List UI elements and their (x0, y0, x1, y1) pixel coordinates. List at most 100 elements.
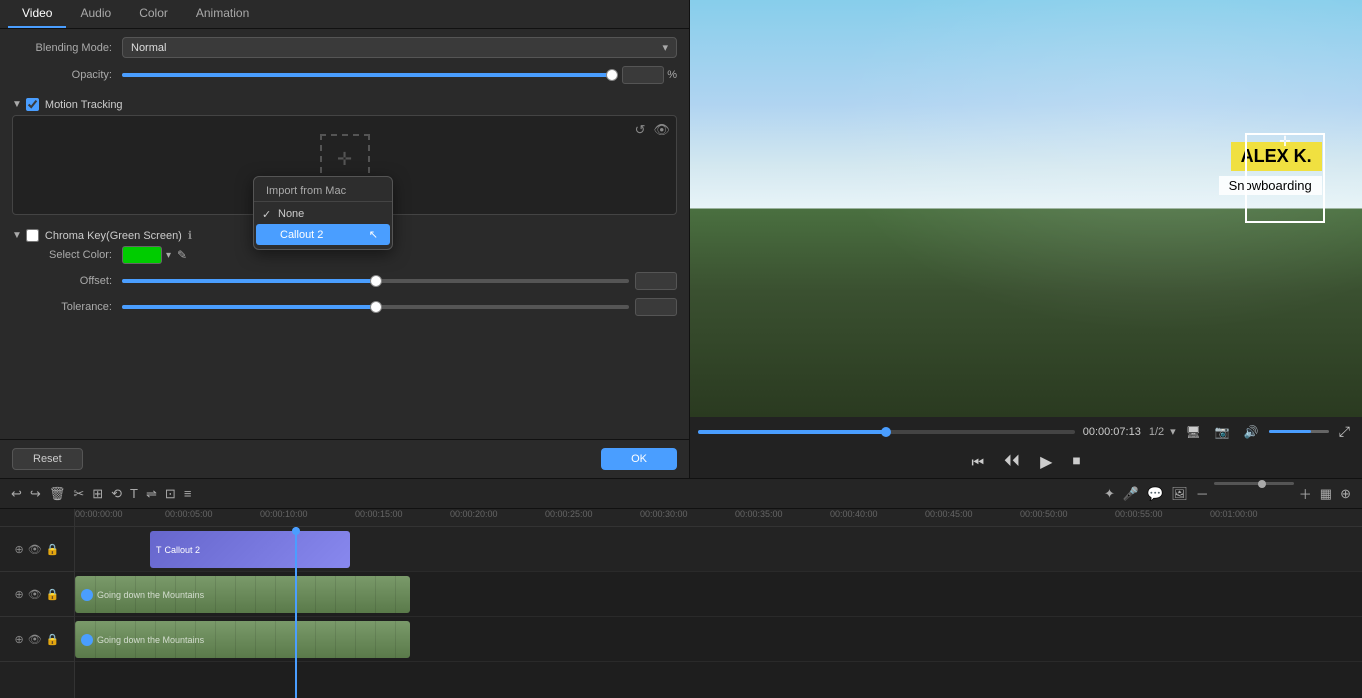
clip-video1[interactable]: Going down the Mountains (75, 576, 410, 613)
ruler-ts-2: 00:00:10:00 (260, 509, 308, 519)
ruler-ts-4: 00:00:20:00 (450, 509, 498, 519)
cut-button[interactable]: ✂ (70, 484, 87, 504)
monitor-icon[interactable]: 🖥 (1182, 423, 1205, 441)
timeline-area: ↩ ↪ 🗑 ✂ ⊞ ⟲ T ⇌ ⊡ ≡ ✦ 🎤 💬 🖼 － ＋ ▦ ⊕ (0, 478, 1362, 698)
refresh-icon[interactable]: ↺ (635, 122, 646, 138)
audio-mic-button[interactable]: 🎤 (1120, 482, 1142, 505)
clip-callout2[interactable]: T Callout 2 (150, 531, 350, 568)
chroma-key-checkbox[interactable] (26, 229, 39, 242)
clip-video2-label: Going down the Mountains (97, 635, 204, 645)
add-icon[interactable]: ⊕ (15, 543, 24, 556)
ruler-ts-6: 00:00:30:00 (640, 509, 688, 519)
camera-icon[interactable]: 📷 (1211, 423, 1234, 441)
timeline-tracks-sidebar: ⊕ 👁 🔒 ⊕ 👁 🔒 ⊕ 👁 🔒 (0, 509, 75, 698)
eyedropper-icon[interactable]: ✎ (177, 248, 187, 262)
timeline-toolbar: ↩ ↪ 🗑 ✂ ⊞ ⟲ T ⇌ ⊡ ≡ ✦ 🎤 💬 🖼 － ＋ ▦ ⊕ (0, 479, 1362, 509)
lock-icon-3[interactable]: 🔒 (46, 633, 60, 646)
playback-bar: 00:00:07:13 1/2 ▾ 🖥 📷 🔊 ⤢ (690, 417, 1362, 446)
subtitles-button[interactable]: 💬 (1144, 482, 1166, 505)
expand-icon[interactable]: ⤢ (1335, 421, 1354, 442)
tolerance-slider[interactable] (122, 305, 629, 309)
opacity-unit: % (667, 69, 677, 81)
tab-animation[interactable]: Animation (182, 0, 263, 28)
split-button[interactable]: ≡ (181, 484, 195, 504)
volume-slider[interactable] (1269, 430, 1329, 433)
dropdown-item-none[interactable]: None (254, 204, 392, 224)
chevron-down-icon: ▾ (662, 41, 668, 54)
ruler-ts-10: 00:00:50:00 (1020, 509, 1068, 519)
text-button[interactable]: T (127, 484, 141, 504)
ruler-ts-5: 00:00:25:00 (545, 509, 593, 519)
track-rows: T Callout 2 Going down the Mountains (75, 527, 1362, 698)
tolerance-value-input[interactable]: 50.0 (635, 298, 677, 316)
lock-icon-2[interactable]: 🔒 (46, 588, 60, 601)
edit-tools: ↩ ↪ 🗑 ✂ ⊞ ⟲ T ⇌ ⊡ ≡ (8, 484, 194, 504)
track-sidebar-overlay: ⊕ 👁 🔒 (0, 527, 74, 572)
ruler-ts-7: 00:00:35:00 (735, 509, 783, 519)
transition-button[interactable]: ⇌ (143, 484, 160, 504)
blending-label: Blending Mode: (12, 42, 122, 54)
ruler-ts-1: 00:00:05:00 (165, 509, 213, 519)
delete-button[interactable]: 🗑 (46, 484, 69, 504)
tab-video[interactable]: Video (8, 0, 66, 28)
rotate-button[interactable]: ⟲ (108, 484, 125, 504)
dropdown-item-callout2[interactable]: Callout 2 ↖ (256, 224, 390, 245)
right-panel: ALEX K. Snowboarding ✛ 00:00:07:13 1/2 ▾… (690, 0, 1362, 478)
eye-icon-track-2[interactable]: 👁 (28, 588, 42, 601)
blending-dropdown[interactable]: Normal ▾ (122, 37, 677, 58)
add-icon-3[interactable]: ⊕ (15, 633, 24, 646)
zoom-slider[interactable] (1214, 482, 1294, 485)
blending-value: Normal (131, 42, 166, 54)
motion-tracking-header[interactable]: ▼ Motion Tracking (12, 92, 677, 115)
panel-content: Blending Mode: Normal ▾ Opacity: 100 % ▼ (0, 29, 689, 439)
motion-tracking-checkbox[interactable] (26, 98, 39, 111)
progress-track[interactable] (698, 430, 1075, 434)
chevron-ratio-icon[interactable]: ▾ (1170, 425, 1176, 438)
opacity-slider[interactable] (122, 73, 612, 77)
ok-button[interactable]: OK (601, 448, 677, 470)
tolerance-row: Tolerance: 50.0 (12, 298, 677, 316)
info-icon[interactable]: ℹ (188, 229, 192, 242)
undo-button[interactable]: ↩ (8, 484, 25, 504)
media-button[interactable]: 🖼 (1168, 482, 1191, 505)
eye-icon-track-3[interactable]: 👁 (28, 633, 42, 646)
effect-button[interactable]: ✦ (1101, 482, 1118, 505)
offset-value-input[interactable]: 0.0 (635, 272, 677, 290)
tab-audio[interactable]: Audio (66, 0, 125, 28)
tab-color[interactable]: Color (125, 0, 182, 28)
motion-tracking-area: ↺ 👁 ✛ Import from Mac None Callo (12, 115, 677, 215)
color-arrow-icon[interactable]: ▾ (166, 250, 171, 261)
offset-slider[interactable] (122, 279, 629, 283)
fit-button[interactable]: ⊡ (162, 484, 179, 504)
panel-buttons: Reset OK (0, 439, 689, 478)
tracking-crosshair-icon: ✛ (1279, 133, 1291, 150)
lock-icon[interactable]: 🔒 (46, 543, 60, 556)
play-button[interactable]: ▶ (1036, 450, 1056, 474)
add-track-button[interactable]: ⊕ (1337, 482, 1354, 505)
ruler-ts-12: 00:01:00:00 (1210, 509, 1258, 519)
opacity-value-input[interactable]: 100 (622, 66, 664, 84)
grid-button[interactable]: ▦ (1317, 482, 1335, 505)
crop-button[interactable]: ⊞ (89, 484, 106, 504)
add-icon-2[interactable]: ⊕ (15, 588, 24, 601)
skip-back-button[interactable]: ⏮ (968, 452, 989, 473)
playhead[interactable] (295, 527, 297, 698)
zoom-out-button[interactable]: － (1193, 482, 1212, 505)
redo-button[interactable]: ↪ (27, 484, 44, 504)
opacity-label: Opacity: (12, 69, 122, 81)
tracking-box[interactable]: ✛ (1245, 133, 1325, 223)
clip-video2[interactable]: Going down the Mountains (75, 621, 410, 658)
motion-tracking-label: Motion Tracking (45, 99, 123, 111)
select-color-label: Select Color: (12, 249, 122, 261)
color-swatch[interactable] (122, 246, 162, 264)
audio-wave-icon (81, 589, 93, 601)
mt-icons: ↺ 👁 (635, 122, 670, 138)
volume-icon[interactable]: 🔊 (1240, 423, 1263, 441)
reset-button[interactable]: Reset (12, 448, 83, 470)
clip-callout-label: Callout 2 (165, 545, 201, 555)
eye-icon-track[interactable]: 👁 (28, 543, 42, 556)
zoom-in-button[interactable]: ＋ (1296, 482, 1315, 505)
step-back-button[interactable]: ⏴⏴ (1000, 451, 1024, 473)
stop-button[interactable]: ⏹ (1068, 451, 1084, 473)
eye-icon[interactable]: 👁 (653, 122, 670, 138)
